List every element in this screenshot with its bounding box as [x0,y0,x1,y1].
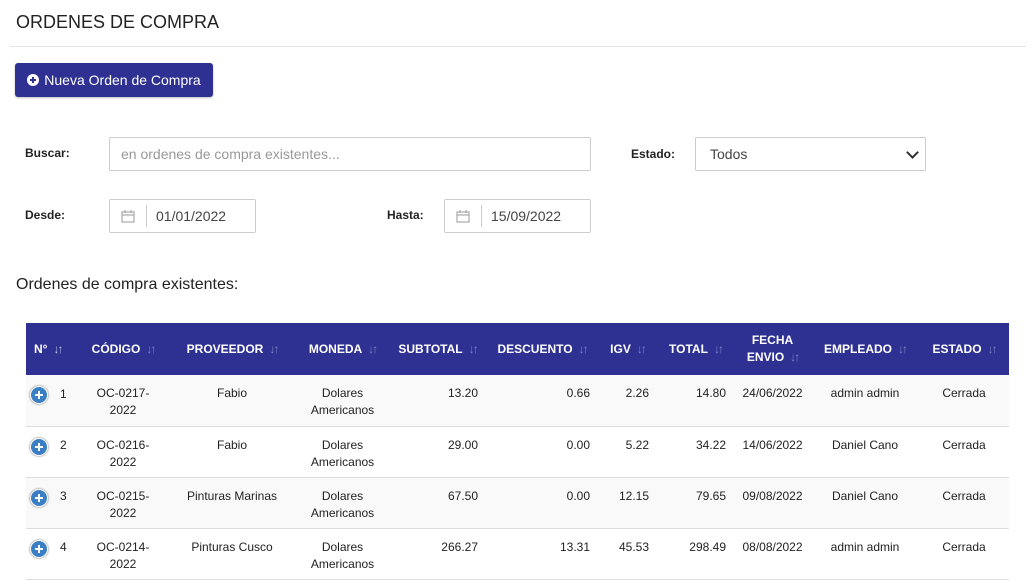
cell-estado: Cerrada [942,386,986,400]
cell-igv: 2.26 [625,386,649,400]
cell-empleado: admin admin [830,539,900,554]
cell-moneda: Dolares Americanos [310,488,375,520]
search-label: Buscar: [25,146,70,160]
cell-fecha-envio: 14/06/2022 [742,437,803,452]
new-order-label: Nueva Orden de Compra [44,72,201,88]
hasta-label: Hasta: [387,208,424,222]
cell-moneda: Dolares Americanos [310,437,375,469]
cell-total: 79.65 [695,488,726,503]
cell-numero: 2 [26,426,78,477]
cell-subtotal: 266.27 [441,539,478,554]
sort-icon: ↓↑ [713,342,724,356]
new-order-button[interactable]: Nueva Orden de Compra [15,63,213,97]
col-header-descuento[interactable]: DESCUENTO ↓↑ [486,323,598,375]
table-row[interactable]: 2 OC-0216- 2022 Fabio Dolares Americanos 29.00… [26,426,1009,477]
cell-empleado: admin admin [830,386,900,400]
table-row[interactable]: 3 OC-0215- 2022 Pinturas Marinas Dolares Amer… [26,477,1009,528]
cell-numero: 4 [26,528,78,579]
cell-codigo: OC-0216- 2022 [96,437,150,469]
expand-row-icon[interactable] [30,437,48,456]
col-header-fecha-envio[interactable]: FECHA ENVIO ↓↑ [734,323,811,375]
cell-igv: 12.15 [618,488,649,503]
desde-date-value: 01/01/2022 [156,208,227,224]
cell-proveedor: Pinturas Cusco [191,539,273,554]
cell-proveedor: Fabio [216,386,248,400]
hasta-date-input[interactable]: 15/09/2022 [444,199,591,233]
sort-icon: ↓↑ [468,342,479,356]
estado-select[interactable]: Todos [695,137,926,171]
table-row[interactable]: 4 OC-0214- 2022 Pinturas Cusco Dolares Americ… [26,528,1009,579]
col-header-empleado[interactable]: EMPLEADO ↓↑ [811,323,919,375]
cell-igv: 5.22 [625,437,649,452]
col-header-igv[interactable]: IGV ↓↑ [598,323,657,375]
cell-descuento: 0.00 [566,437,590,452]
desde-label: Desde: [25,208,66,222]
page-title: ORDENES DE COMPRA [16,12,220,32]
cell-fecha-envio: 09/08/2022 [742,488,803,503]
cell-total: 14.80 [695,386,726,400]
cell-fecha-envio: 24/06/2022 [742,386,803,400]
sort-icon: ↓↑ [790,350,800,364]
col-header-proveedor[interactable]: PROVEEDOR ↓↑ [168,323,296,375]
cell-total: 298.49 [689,539,726,554]
cell-descuento: 0.66 [566,386,590,400]
search-input[interactable] [109,137,591,171]
cell-codigo: OC-0214- 2022 [96,539,150,571]
col-header-numero[interactable]: N° ↓↑ [26,323,78,375]
col-header-total[interactable]: TOTAL ↓↑ [657,323,734,375]
sort-icon: ↓↑ [269,342,279,356]
estado-select-value: Todos [710,146,748,162]
cell-subtotal: 13.20 [447,386,478,400]
col-header-subtotal[interactable]: SUBTOTAL ↓↑ [389,323,486,375]
section-subtitle: Ordenes de compra existentes: [16,276,239,293]
table-row[interactable]: 1 OC-0217- 2022 Fabio Dolares Americanos 13.20… [26,375,1009,426]
sort-active-icon: ↓↑ [53,342,63,356]
cell-codigo: OC-0215- 2022 [96,488,150,520]
sort-icon: ↓↑ [578,342,589,356]
expand-row-icon[interactable] [30,386,48,404]
calendar-icon[interactable] [445,205,482,227]
cell-numero: 3 [26,477,78,528]
calendar-icon[interactable] [110,205,147,227]
cell-estado: Cerrada [942,539,986,554]
sort-icon: ↓↑ [636,342,647,356]
cell-estado: Cerrada [942,437,986,452]
sort-icon: ↓↑ [987,342,998,356]
cell-proveedor: Fabio [216,437,248,452]
title-divider [10,46,1026,47]
cell-numero: 1 [26,375,78,426]
chevron-down-icon [906,146,919,159]
cell-moneda: Dolares Americanos [310,386,375,417]
cell-total: 34.22 [695,437,726,452]
hasta-date-value: 15/09/2022 [491,208,562,224]
cell-proveedor: Pinturas Marinas [186,488,278,503]
cell-codigo: OC-0217- 2022 [96,386,150,417]
col-header-estado[interactable]: ESTADO ↓↑ [919,323,1009,375]
cell-moneda: Dolares Americanos [310,539,375,571]
cell-subtotal: 67.50 [447,488,478,503]
cell-igv: 45.53 [618,539,649,554]
cell-fecha-envio: 08/08/2022 [742,539,803,554]
estado-label: Estado: [631,147,676,161]
cell-estado: Cerrada [942,488,986,503]
orders-table: N° ↓↑ CÓDIGO ↓↑ PROVEEDOR ↓↑ MONEDA ↓↑ SUBTO… [26,323,1009,580]
col-header-codigo[interactable]: CÓDIGO ↓↑ [78,323,168,375]
expand-row-icon[interactable] [30,488,48,507]
sort-icon: ↓↑ [368,342,378,356]
plus-circle-icon [27,74,40,86]
cell-empleado: Daniel Cano [831,488,899,503]
cell-subtotal: 29.00 [447,437,478,452]
table-header-row: N° ↓↑ CÓDIGO ↓↑ PROVEEDOR ↓↑ MONEDA ↓↑ SUBTO… [26,323,1009,375]
cell-empleado: Daniel Cano [831,437,899,452]
expand-row-icon[interactable] [30,539,48,558]
desde-date-input[interactable]: 01/01/2022 [109,199,256,233]
sort-icon: ↓↑ [898,342,908,356]
cell-descuento: 13.31 [559,539,590,554]
sort-icon: ↓↑ [146,342,156,356]
col-header-moneda[interactable]: MONEDA ↓↑ [296,323,389,375]
cell-descuento: 0.00 [566,488,590,503]
